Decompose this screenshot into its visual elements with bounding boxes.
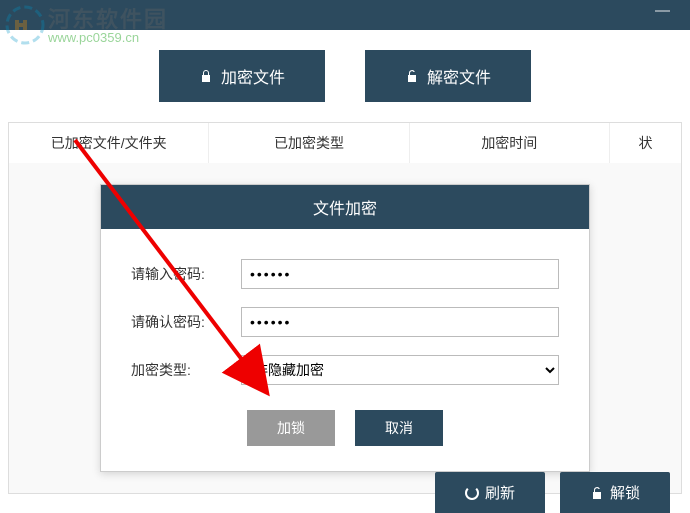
password-row: 请输入密码: (131, 259, 559, 289)
col-status[interactable]: 状 (610, 123, 681, 163)
type-label: 加密类型: (131, 360, 241, 380)
encrypt-label: 加密文件 (221, 64, 285, 88)
type-row: 加密类型: 非隐藏加密 (131, 355, 559, 385)
confirm-input[interactable] (241, 307, 559, 337)
decrypt-label: 解密文件 (427, 64, 491, 88)
refresh-button[interactable]: 刷新 (435, 472, 545, 513)
password-label: 请输入密码: (131, 264, 241, 284)
table-header-row: 已加密文件/文件夹 已加密类型 加密时间 状 (9, 123, 681, 163)
window-header (0, 0, 690, 30)
top-button-bar: 加密文件 解密文件 (0, 30, 690, 122)
confirm-label: 请确认密码: (131, 312, 241, 332)
encrypt-type-select[interactable]: 非隐藏加密 (241, 355, 559, 385)
unlock-icon (590, 486, 604, 500)
col-encrypt-time[interactable]: 加密时间 (410, 123, 610, 163)
bottom-bar: 刷新 解锁 (435, 472, 670, 513)
dialog-title: 文件加密 (101, 185, 589, 229)
password-input[interactable] (241, 259, 559, 289)
dialog-button-row: 加锁 取消 (131, 410, 559, 446)
unlock-label: 解锁 (610, 482, 640, 503)
refresh-icon (465, 486, 479, 500)
encrypt-dialog: 文件加密 请输入密码: 请确认密码: 加密类型: 非隐藏加密 加锁 (100, 184, 590, 472)
unlock-icon (405, 69, 419, 83)
unlock-button[interactable]: 解锁 (560, 472, 670, 513)
confirm-row: 请确认密码: (131, 307, 559, 337)
cancel-button[interactable]: 取消 (355, 410, 443, 446)
decrypt-file-button[interactable]: 解密文件 (365, 50, 531, 102)
minimize-button[interactable] (655, 10, 670, 12)
lock-icon (199, 69, 213, 83)
lock-button[interactable]: 加锁 (247, 410, 335, 446)
table-body: 文件加密 请输入密码: 请确认密码: 加密类型: 非隐藏加密 加锁 (9, 163, 681, 493)
refresh-label: 刷新 (485, 482, 515, 503)
file-table: 已加密文件/文件夹 已加密类型 加密时间 状 文件加密 请输入密码: 请确认密码… (8, 122, 682, 494)
col-encrypt-type[interactable]: 已加密类型 (209, 123, 409, 163)
dialog-body: 请输入密码: 请确认密码: 加密类型: 非隐藏加密 加锁 取消 (101, 229, 589, 471)
col-encrypted-file[interactable]: 已加密文件/文件夹 (9, 123, 209, 163)
encrypt-file-button[interactable]: 加密文件 (159, 50, 325, 102)
